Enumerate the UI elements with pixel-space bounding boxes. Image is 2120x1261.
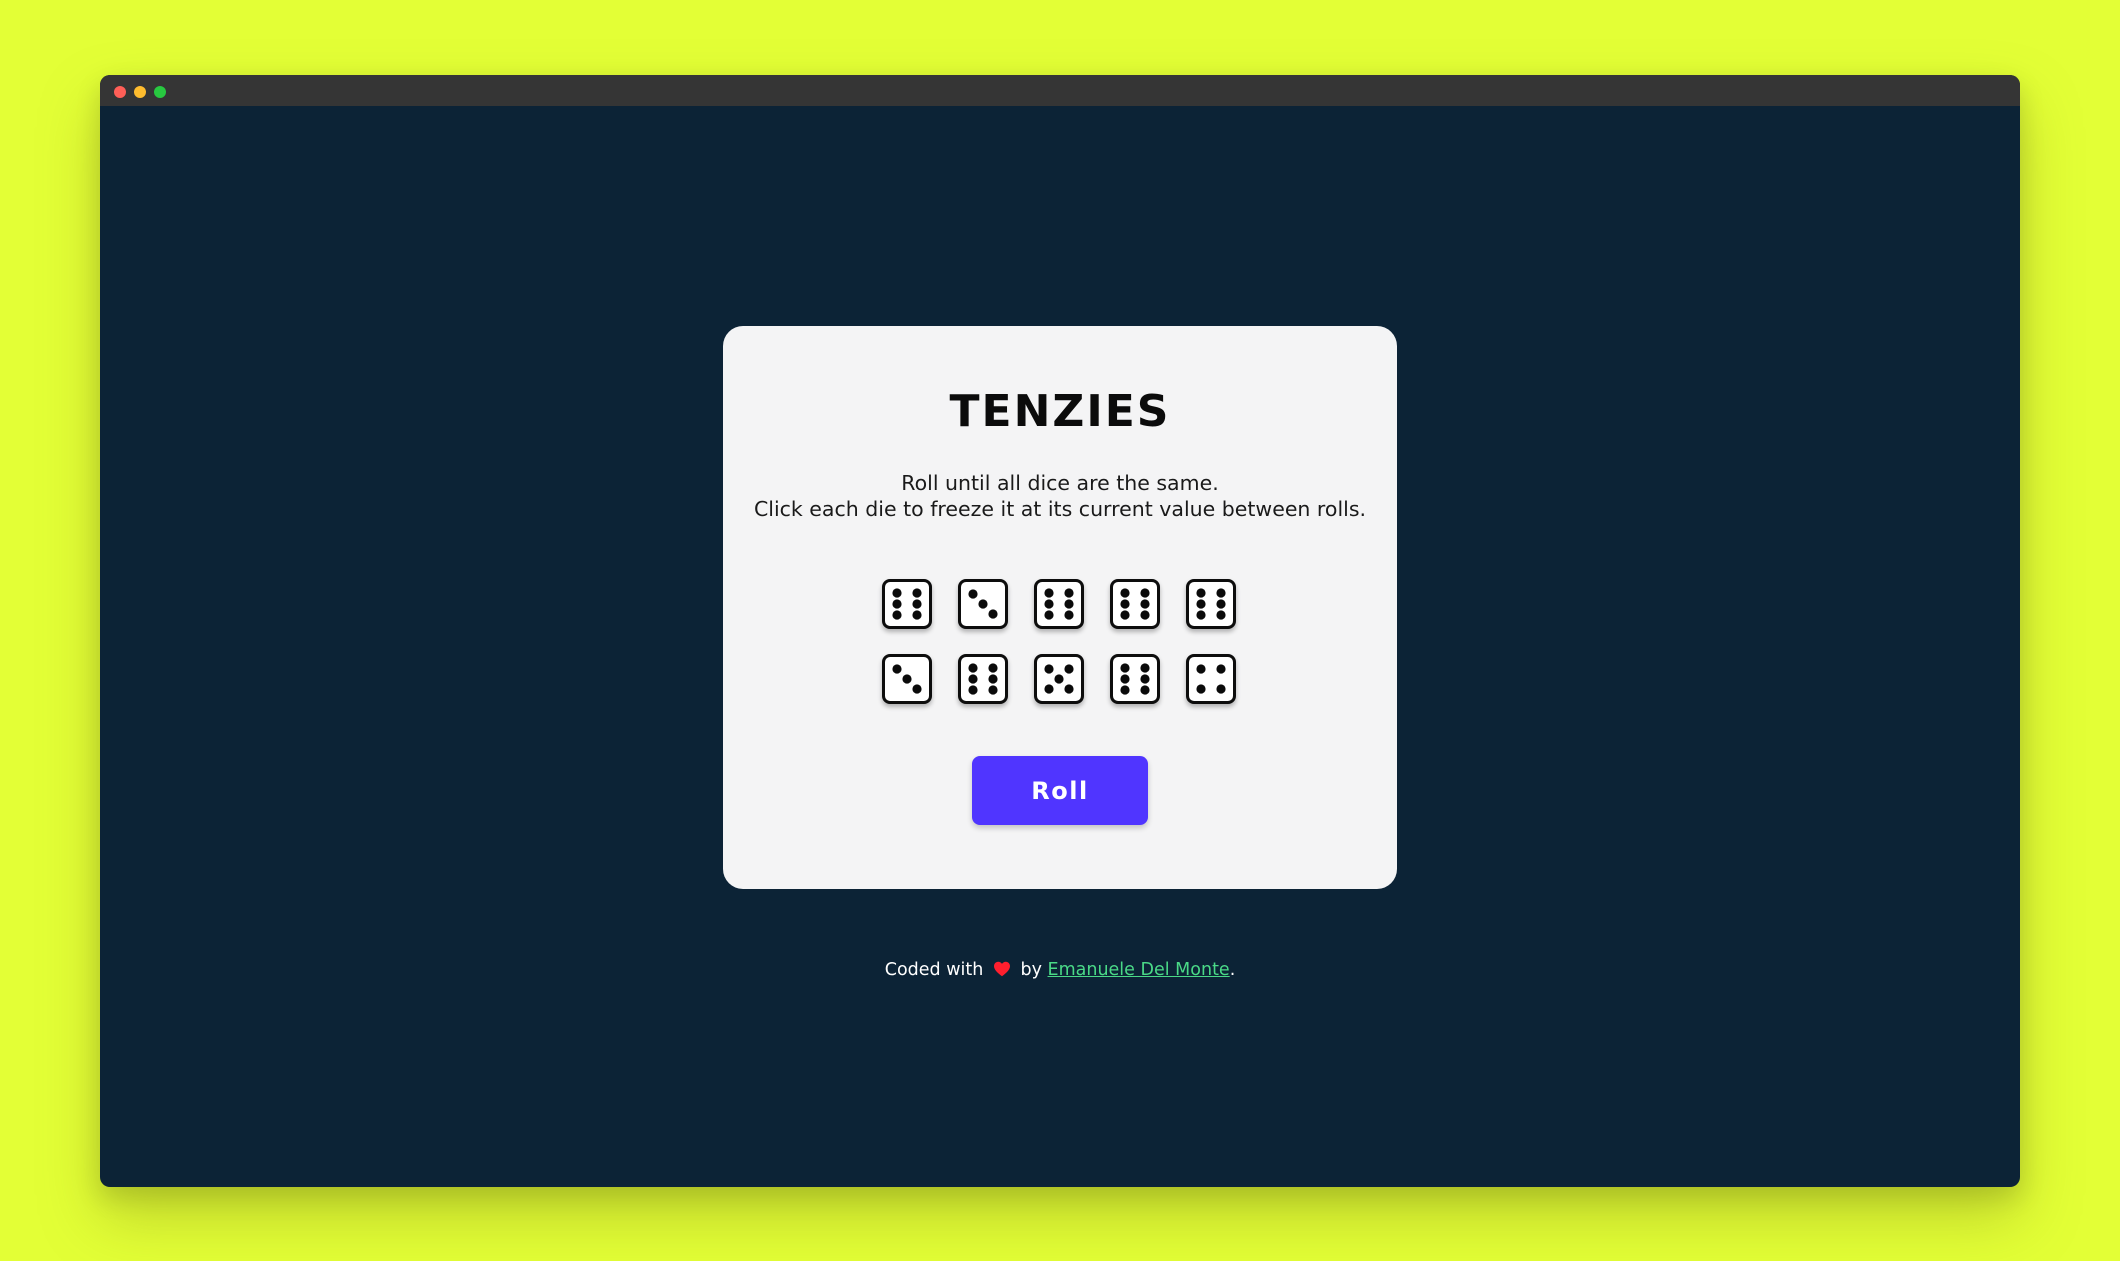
die-pip [1120,685,1130,695]
die-face-6-icon [1196,588,1226,620]
die-pip [1140,685,1150,695]
die-5[interactable] [1186,579,1236,629]
die-7[interactable] [958,654,1008,704]
die-6[interactable] [882,654,932,704]
die-pip [912,588,922,598]
instructions: Roll until all dice are the same. Click … [723,470,1397,522]
die-pip [912,610,922,620]
die-pip [1140,674,1150,684]
footer-by: by [1020,960,1042,980]
die-pip [1196,599,1206,609]
die-pip [912,599,922,609]
die-face-3-icon [892,664,922,694]
die-pip [968,589,978,599]
die-pip [1140,610,1150,620]
die-pip [1064,684,1074,694]
die-pip [1216,599,1226,609]
author-link[interactable]: Emanuele Del Monte [1048,960,1230,980]
die-pip [1216,664,1226,674]
die-pip [892,610,902,620]
die-pip [1044,684,1054,694]
die-pip [1064,610,1074,620]
die-pip [1120,610,1130,620]
roll-button[interactable]: Roll [972,756,1148,825]
die-8[interactable] [1034,654,1084,704]
die-4[interactable] [1110,579,1160,629]
die-pip [1120,674,1130,684]
die-pip [1044,588,1054,598]
die-pip [1196,588,1206,598]
dice-grid [882,579,1239,704]
die-face-6-icon [1120,588,1150,620]
die-pip [1044,664,1054,674]
die-face-6-icon [1044,588,1074,620]
footer-suffix: . [1229,960,1236,980]
die-pip [1216,610,1226,620]
die-pip [1064,599,1074,609]
die-pip [988,663,998,673]
die-pip [1196,684,1206,694]
die-pip [1120,663,1130,673]
die-pip [978,599,988,609]
die-face-5-icon [1044,664,1074,694]
die-pip [988,674,998,684]
footer-prefix: Coded with [884,960,984,980]
window-titlebar [100,75,2020,106]
die-pip [902,674,912,684]
die-pip [892,599,902,609]
instruction-line-1: Roll until all dice are the same. [901,471,1219,495]
die-pip [1044,599,1054,609]
die-pip [1216,588,1226,598]
footer: Coded with by Emanuele Del Monte. [100,960,2020,982]
minimize-window-button[interactable] [134,86,146,98]
die-pip [968,674,978,684]
die-pip [988,685,998,695]
die-pip [912,684,922,694]
die-pip [1140,599,1150,609]
die-pip [1064,588,1074,598]
die-10[interactable] [1186,654,1236,704]
die-pip [892,588,902,598]
die-9[interactable] [1110,654,1160,704]
die-pip [988,609,998,619]
die-pip [1140,588,1150,598]
die-pip [1196,610,1206,620]
die-pip [1044,610,1054,620]
close-window-button[interactable] [114,86,126,98]
die-2[interactable] [958,579,1008,629]
die-pip [1064,664,1074,674]
die-pip [892,664,902,674]
browser-window: TENZIES Roll until all dice are the same… [100,75,2020,1187]
die-3[interactable] [1034,579,1084,629]
die-pip [1120,588,1130,598]
die-pip [968,663,978,673]
die-face-6-icon [1120,663,1150,695]
die-pip [1196,664,1206,674]
heart-icon [993,961,1011,982]
game-title: TENZIES [949,386,1171,437]
die-face-6-icon [968,663,998,695]
die-pip [968,685,978,695]
die-pip [1120,599,1130,609]
die-pip [1140,663,1150,673]
die-face-6-icon [892,588,922,620]
game-card: TENZIES Roll until all dice are the same… [723,326,1397,889]
die-pip [1216,684,1226,694]
die-face-4-icon [1196,664,1226,694]
instruction-line-2: Click each die to freeze it at its curre… [753,497,1367,521]
die-face-3-icon [968,589,998,619]
die-1[interactable] [882,579,932,629]
die-pip [1054,674,1064,684]
maximize-window-button[interactable] [154,86,166,98]
